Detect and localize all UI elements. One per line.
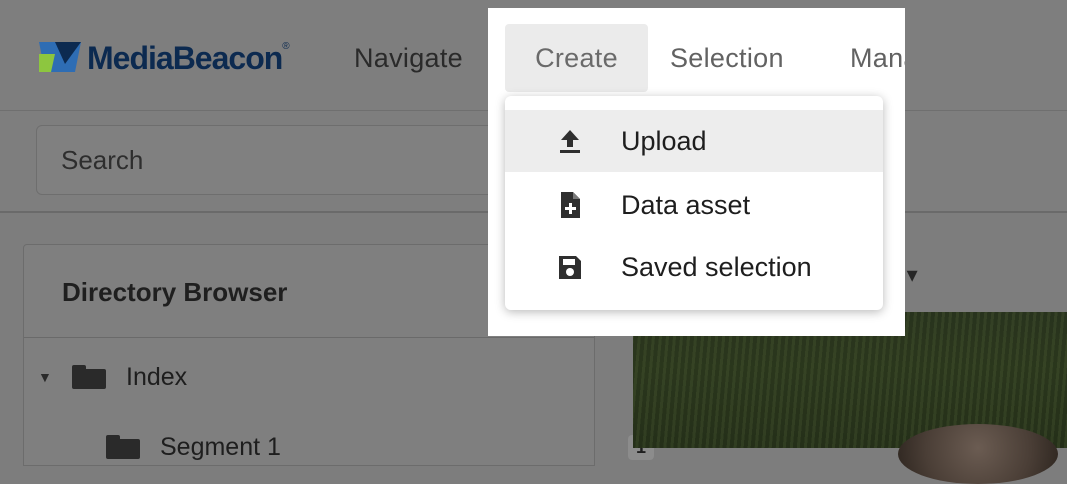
upload-icon: [557, 126, 583, 156]
nav-navigate[interactable]: Navigate: [332, 24, 485, 92]
folder-icon: [72, 365, 106, 389]
nav-selection[interactable]: Selection: [670, 24, 784, 92]
tree-item-segment-1[interactable]: Segment 1 1: [24, 425, 676, 469]
menu-item-label: Data asset: [621, 189, 751, 220]
create-dropdown-menu: Upload Data asset Saved selection: [505, 96, 883, 310]
mediabeacon-logo[interactable]: MediaBeacon ®: [35, 38, 290, 78]
search-input[interactable]: [37, 126, 555, 194]
panel-divider: [24, 337, 594, 338]
tree-item-label: Index: [126, 362, 188, 391]
caret-down-icon[interactable]: ▼: [38, 369, 54, 385]
folder-icon: [106, 435, 140, 459]
floppy-save-icon: [557, 252, 583, 282]
menu-item-label: Saved selection: [621, 251, 812, 282]
menu-item-label: Upload: [621, 125, 707, 156]
tree-item-index[interactable]: ▼ Index: [24, 355, 608, 399]
logo-registered-mark: ®: [282, 40, 290, 52]
menu-item-data-asset[interactable]: Data asset: [505, 174, 883, 236]
search-box: [36, 125, 556, 195]
add-file-icon: [557, 190, 583, 220]
tree-item-label: Segment 1: [160, 432, 281, 461]
menu-item-upload[interactable]: Upload: [505, 110, 883, 172]
logo-mark-icon: [39, 42, 81, 72]
nav-manage[interactable]: Manage: [850, 24, 905, 92]
nav-create[interactable]: Create: [505, 24, 648, 92]
logo-text: MediaBeacon: [87, 39, 283, 76]
directory-browser-title: Directory Browser: [62, 277, 288, 307]
tortoise-shell-image-detail: [898, 424, 1058, 484]
menu-item-saved-selection[interactable]: Saved selection: [505, 236, 883, 298]
